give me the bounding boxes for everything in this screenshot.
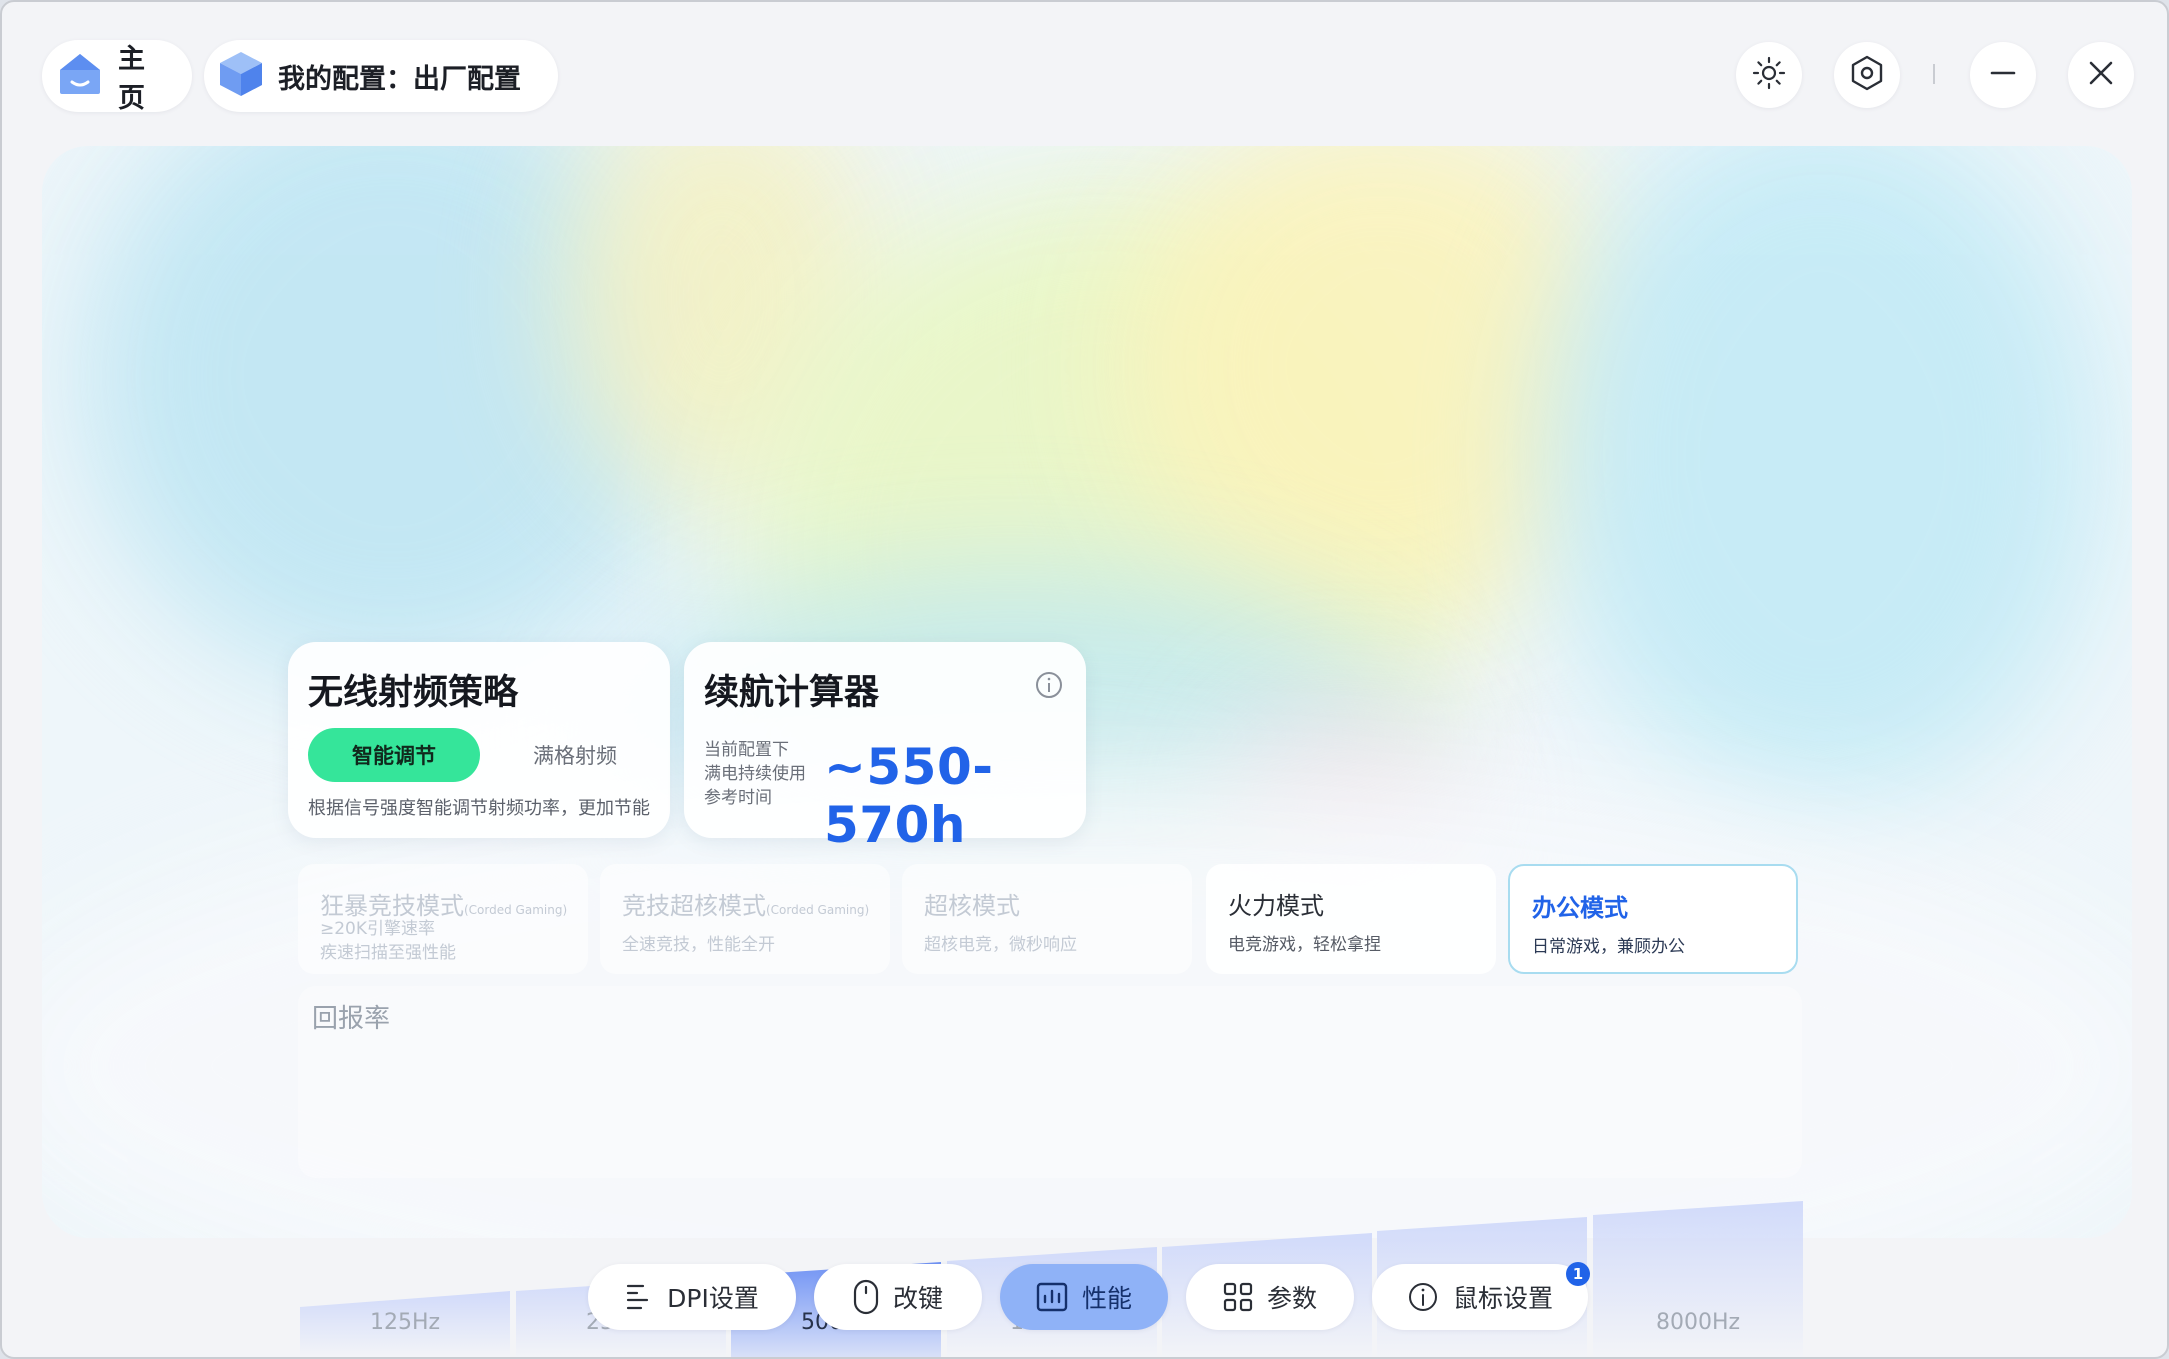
minimize-icon [1989,59,2017,91]
polling-rate-panel [298,986,1802,1178]
battery-estimate-value: ~550-570h [824,738,994,854]
home-label: 主页 [118,44,145,114]
info-circle-icon [1407,1281,1439,1313]
notification-badge: 1 [1566,1262,1590,1286]
nav-dpi-label: DPI设置 [667,1284,759,1313]
rf-strategy-card: 无线射频策略 智能调节 满格射频 根据信号强度智能调节射频功率，更加节能 [288,642,670,838]
settings-button[interactable] [1834,42,1900,108]
nav-performance[interactable]: 性能 [1000,1264,1168,1330]
home-button[interactable]: 主页 [42,40,192,114]
brightness-button[interactable] [1736,42,1802,108]
rf-option-smart[interactable]: 智能调节 [308,728,480,782]
battery-label-line3: 参考时间 [704,788,772,808]
polling-rate-title: 回报率 [312,1004,391,1034]
nav-key-binding[interactable]: 改键 [814,1264,982,1330]
nav-parameters[interactable]: 参数 [1186,1264,1354,1330]
grid-apps-icon [1223,1282,1253,1312]
rf-card-title: 无线射频策略 [308,673,519,713]
mode-title: 超核模式 [924,892,1020,920]
minimize-button[interactable] [1970,42,2036,108]
nav-params-label: 参数 [1266,1284,1317,1313]
mouse-icon [853,1279,879,1315]
polling-option-125[interactable]: 125Hz [300,1291,510,1357]
config-button[interactable]: 我的配置：出厂配置 [204,40,558,112]
cube-icon [218,50,264,102]
nav-keys-label: 改键 [892,1284,943,1313]
dpi-sliders-icon [625,1282,653,1312]
mode-subtitle: ≥20K引擎速率 [320,919,436,939]
mode-title: 竞技超核模式(Corded Gaming) [622,892,870,920]
battery-label-line2: 满电持续使用 [704,764,806,784]
brightness-icon [1752,56,1786,94]
mode-card-firepower[interactable]: 火力模式 电竞游戏，轻松拿捏 [1206,864,1496,974]
home-icon [56,50,104,102]
battery-card-title: 续航计算器 [704,673,880,713]
close-button[interactable] [2068,42,2134,108]
mode-card-frenzy[interactable]: 狂暴竞技模式(Corded Gaming) ≥20K引擎速率 疾速扫描至强性能 [298,864,588,974]
mode-subtitle: 全速竞技，性能全开 [622,935,775,955]
config-label: 我的配置：出厂配置 [278,63,521,95]
mode-title: 办公模式 [1532,894,1628,922]
performance-chart-icon [1036,1282,1068,1312]
close-icon [2088,60,2114,90]
battery-calculator-card: 续航计算器 当前配置下 满电持续使用 参考时间 ~550-570h [684,642,1086,854]
polling-option-8000[interactable]: 8000Hz [1593,1201,1803,1357]
mode-subtitle-2: 疾速扫描至强性能 [320,943,456,963]
app-window: 主页 我的配置：出厂配置 无线射频策略 智能调节 满格射频 根据信号强度智能调节… [0,0,2169,1359]
hexagon-settings-icon [1849,55,1885,95]
polling-label: 125Hz [369,1310,441,1335]
mode-subtitle: 电竞游戏，轻松拿捏 [1228,935,1381,955]
mode-card-competitive-ultra[interactable]: 竞技超核模式(Corded Gaming) 全速竞技，性能全开 [600,864,890,974]
nav-mouse-settings-label: 鼠标设置 [1452,1284,1553,1313]
polling-label: 8000Hz [1655,1310,1741,1335]
toolbar-divider [1933,64,1935,84]
mode-title: 火力模式 [1228,892,1324,920]
battery-label-line1: 当前配置下 [704,740,789,760]
mode-card-ultra[interactable]: 超核模式 超核电竞，微秒响应 [902,864,1192,974]
rf-option-full[interactable]: 满格射频 [510,728,640,782]
mode-subtitle: 日常游戏，兼顾办公 [1532,937,1685,957]
nav-mouse-settings[interactable]: 鼠标设置 [1372,1264,1588,1330]
rf-card-description: 根据信号强度智能调节射频功率，更加节能 [308,798,650,819]
info-icon[interactable] [1034,670,1064,704]
mode-card-office[interactable]: 办公模式 日常游戏，兼顾办公 [1508,864,1798,974]
nav-performance-label: 性能 [1081,1284,1132,1313]
nav-dpi-settings[interactable]: DPI设置 [588,1264,796,1330]
mode-subtitle: 超核电竞，微秒响应 [924,935,1077,955]
